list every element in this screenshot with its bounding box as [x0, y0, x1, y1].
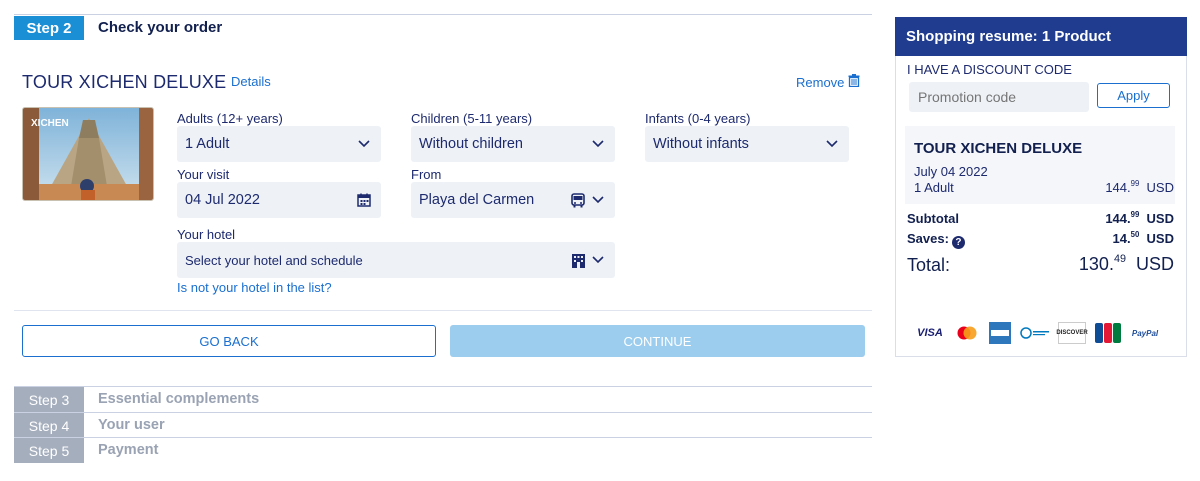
hotel-select[interactable]: Select your hotel and schedule: [177, 242, 615, 278]
subtotal-value: 144.99 USD: [1105, 210, 1174, 226]
hotel-icon: [569, 253, 587, 268]
from-label: From: [411, 167, 442, 182]
chevron-down-icon: [357, 137, 371, 151]
visit-value: 04 Jul 2022: [185, 192, 260, 208]
apply-button[interactable]: Apply: [1097, 83, 1170, 108]
product-price: 144.99 USD: [1105, 179, 1174, 195]
trash-icon: [848, 74, 860, 90]
chevron-down-icon: [591, 193, 605, 207]
visit-date-picker[interactable]: 04 Jul 2022: [177, 182, 381, 218]
children-label: Children (5-11 years): [411, 111, 533, 126]
adults-select[interactable]: 1 Adult: [177, 126, 381, 162]
diners-club-logo: [1020, 322, 1050, 344]
adults-value: 1 Adult: [185, 136, 230, 152]
discount-code-label: I HAVE A DISCOUNT CODE: [907, 62, 1072, 77]
go-back-button[interactable]: GO BACK: [22, 325, 436, 357]
saves-label: Saves:?: [907, 231, 965, 249]
step5-badge: Step 5: [14, 438, 84, 463]
saves-value: 14.50 USD: [1112, 230, 1174, 246]
from-value: Playa del Carmen: [419, 192, 535, 208]
infants-label: Infants (0-4 years): [645, 111, 751, 126]
paypal-logo: PayPal: [1131, 328, 1159, 338]
children-value: Without children: [419, 136, 523, 152]
chevron-down-icon: [591, 137, 605, 151]
jcb-logo: [1094, 322, 1122, 344]
continue-button[interactable]: CONTINUE: [450, 325, 865, 357]
visit-label: Your visit: [177, 167, 230, 182]
help-icon[interactable]: ?: [951, 236, 965, 249]
from-select[interactable]: Playa del Carmen: [411, 182, 615, 218]
shopping-summary-title: Shopping resume: 1 Product: [895, 17, 1187, 56]
step2-title: Check your order: [98, 19, 223, 36]
amex-logo: [988, 322, 1012, 344]
infants-select[interactable]: Without infants: [645, 126, 849, 162]
hotel-not-listed-link[interactable]: Is not your hotel in the list?: [177, 280, 332, 295]
promotion-code-input[interactable]: [909, 82, 1089, 112]
step5-label: Payment: [98, 442, 159, 458]
step4-label: Your user: [98, 417, 165, 433]
hotel-label: Your hotel: [177, 227, 236, 242]
payment-methods: VISA DISCOVER PayPal: [914, 322, 1160, 344]
step4-badge: Step 4: [14, 413, 84, 438]
total-value: 130.49 USD: [1078, 253, 1174, 274]
remove-button[interactable]: Remove: [796, 74, 860, 90]
details-link[interactable]: Details: [231, 74, 271, 89]
chevron-down-icon: [825, 137, 839, 151]
product-quantity: 1 Adult: [914, 180, 954, 195]
divider: [14, 310, 872, 311]
discover-logo: DISCOVER: [1056, 322, 1088, 344]
step2-badge: Step 2: [14, 16, 84, 40]
tour-image-logo: XICHEN: [31, 118, 69, 129]
subtotal-label: Subtotal: [907, 211, 959, 226]
chevron-down-icon: [591, 253, 605, 267]
adults-label: Adults (12+ years): [177, 111, 283, 126]
product-date: July 04 2022: [914, 164, 988, 179]
remove-label: Remove: [796, 74, 845, 90]
visa-logo: VISA: [917, 327, 943, 339]
children-select[interactable]: Without children: [411, 126, 615, 162]
calendar-icon: [357, 193, 371, 207]
total-label: Total:: [907, 255, 951, 275]
step3-label: Essential complements: [98, 391, 260, 407]
tour-image: XICHEN: [22, 107, 154, 201]
infants-value: Without infants: [653, 136, 749, 152]
product-title: TOUR XICHEN DELUXE: [914, 140, 1083, 157]
mastercard-logo: [954, 322, 980, 344]
step3-badge: Step 3: [14, 387, 84, 412]
hotel-placeholder: Select your hotel and schedule: [185, 252, 363, 268]
tour-title: TOUR XICHEN DELUXE: [22, 72, 227, 92]
bus-icon: [569, 192, 587, 207]
